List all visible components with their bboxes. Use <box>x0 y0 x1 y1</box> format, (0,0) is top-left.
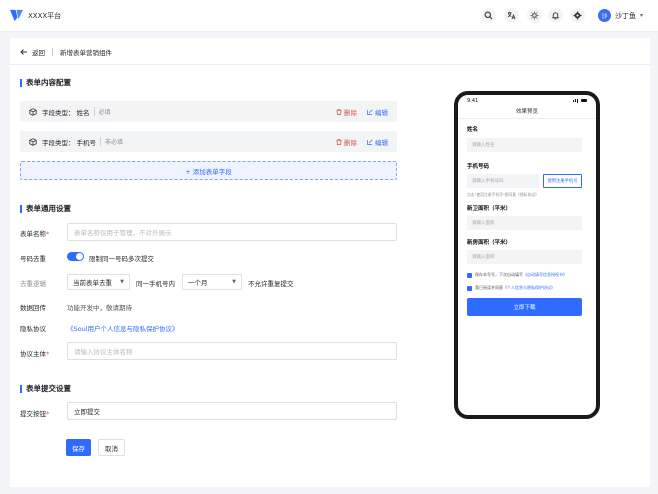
edit-button[interactable]: 编辑 <box>367 137 388 147</box>
data-return-label: 数据回传 <box>20 304 46 312</box>
no-repeat-text: 不允许重复提交 <box>248 280 294 288</box>
check-text: 我已阅读并同意 <box>475 285 503 290</box>
field-row-phone: 字段类型： 手机号 非必填 删除 编辑 <box>20 131 397 152</box>
delete-button[interactable]: 删除 <box>336 107 357 117</box>
entity-label: 协议主体* <box>20 350 50 358</box>
cancel-button[interactable]: 取消 <box>98 439 125 456</box>
check-text: 保存本号号，下次自动填写 <box>475 272 523 277</box>
app-title: XXXX平台 <box>28 12 62 20</box>
field-type-value: 手机号 <box>76 138 97 147</box>
arrow-left-icon <box>20 49 27 55</box>
form-name-label: 表单名称* <box>20 230 50 238</box>
privacy-link[interactable]: 《Soul用户个人信息与隐私保护协议》 <box>67 323 179 333</box>
period-select[interactable]: 一个月 ▼ <box>182 274 242 290</box>
save-button[interactable]: 保存 <box>66 439 91 456</box>
chevron-down-icon: ▼ <box>120 279 124 285</box>
preview-phone-label: 手机号码 <box>467 164 490 170</box>
field-required: 必填 <box>93 107 111 116</box>
field-required: 非必填 <box>100 137 123 146</box>
edit-label: 编辑 <box>375 108 388 117</box>
preview-check-privacy[interactable]: 我已阅读并同意 《个人信息与隐私保护协议》 <box>467 285 555 291</box>
page-title: 新增表单营销组件 <box>60 49 112 57</box>
privacy-label: 隐私协议 <box>20 325 46 333</box>
delete-button[interactable]: 删除 <box>336 137 357 147</box>
checkbox-icon <box>467 272 472 278</box>
add-field-button[interactable]: + 添加表单字段 <box>20 161 397 180</box>
dedup-scope-select[interactable]: 当前表单去重 ▼ <box>67 274 130 290</box>
back-label: 返回 <box>32 49 45 57</box>
preview-phone-input[interactable]: 请输入手机号码 <box>467 174 539 188</box>
signal-battery-icon <box>573 98 587 103</box>
dedup-logic-label: 去重逻辑 <box>20 280 46 288</box>
status-time: 9:41 <box>467 97 479 104</box>
divider <box>10 64 650 65</box>
check-link[interactable]: 《个人信息与隐私保护协议》 <box>503 285 555 291</box>
use-registered-phone-button[interactable]: 使用注册手机号 <box>543 174 582 188</box>
user-name: 沙丁鱼 <box>615 11 636 20</box>
form-name-input[interactable]: 表单名称仅用于管理，不对外展示 <box>67 223 397 241</box>
submit-button-label: 提交按钮* <box>20 410 50 418</box>
status-bar: 9:41 <box>458 95 596 106</box>
submit-button-input[interactable]: 立即提交 <box>67 402 397 420</box>
translate-icon[interactable] <box>504 8 519 23</box>
cube-icon <box>29 137 37 146</box>
preview-newcount-input[interactable]: 请输入面积 <box>467 216 582 230</box>
section-title-general: 表单通用设置 <box>20 203 71 214</box>
delete-label: 删除 <box>344 138 357 147</box>
edit-label: 编辑 <box>375 138 388 147</box>
preview-name-label: 姓名 <box>467 127 479 133</box>
checkbox-icon <box>467 285 472 291</box>
preview-newarea-input[interactable]: 请输入面积 <box>467 250 582 264</box>
dedup-toggle[interactable] <box>67 252 84 261</box>
user-menu[interactable]: 沙 沙丁鱼 ▾ <box>598 8 643 23</box>
preview-phone-hint: 点击"使用注册手机号"即同意《隐私协议》 <box>467 192 539 197</box>
period-value: 一个月 <box>188 279 208 287</box>
data-return-text: 功能开发中，敬请期待 <box>67 304 132 312</box>
main-card: 返回 新增表单营销组件 表单内容配置 字段类型： 姓名 必填 删除 编辑 字段类… <box>10 38 650 487</box>
logo-icon <box>10 9 23 22</box>
entity-input[interactable]: 请输入协议主体名称 <box>67 342 397 360</box>
theme-icon[interactable] <box>527 8 542 23</box>
field-type-label: 字段类型： <box>42 138 75 147</box>
section-title-content: 表单内容配置 <box>20 77 71 88</box>
breadcrumb: 返回 新增表单营销组件 <box>20 46 112 58</box>
chevron-down-icon: ▼ <box>232 279 236 285</box>
trash-icon <box>336 138 342 145</box>
preview-newarea-label: 新房面积（平米） <box>467 240 512 246</box>
preview-submit-button[interactable]: 立即下载 <box>467 298 582 316</box>
field-row-name: 字段类型： 姓名 必填 删除 编辑 <box>20 101 397 122</box>
field-type-label: 字段类型： <box>42 108 75 117</box>
preview-name-input[interactable]: 请输入姓名 <box>467 138 582 152</box>
edit-icon <box>367 138 373 145</box>
phone-preview: 9:41 效果预览 姓名 请输入姓名 手机号码 请输入手机号码 使用注册手机号 … <box>454 91 600 419</box>
field-type-value: 姓名 <box>76 108 90 117</box>
edit-icon <box>367 108 373 115</box>
avatar: 沙 <box>598 9 611 22</box>
dedup-label: 号码去重 <box>20 255 46 263</box>
search-icon[interactable] <box>481 8 496 23</box>
cube-icon <box>29 107 37 116</box>
bell-icon[interactable] <box>548 8 563 23</box>
back-button[interactable]: 返回 <box>20 47 45 57</box>
same-phone-text: 同一手机号内 <box>136 280 175 288</box>
section-title-submit: 表单提交设置 <box>20 383 71 394</box>
delete-label: 删除 <box>344 108 357 117</box>
chevron-down-icon: ▾ <box>640 12 644 19</box>
check-link[interactable]: 《自动填写信息授权书》 <box>523 272 567 278</box>
trash-icon <box>336 108 342 115</box>
breadcrumb-divider <box>52 48 53 56</box>
divider <box>458 118 596 119</box>
top-bar: XXXX平台 沙 沙丁鱼 ▾ <box>0 0 658 32</box>
preview-title: 效果预览 <box>515 109 538 115</box>
edit-button[interactable]: 编辑 <box>367 107 388 117</box>
preview-newcount-label: 新卫面积（平米） <box>467 206 512 212</box>
preview-check-autofill[interactable]: 保存本号号，下次自动填写 《自动填写信息授权书》 <box>467 272 567 278</box>
dedup-text: 限制同一号码多次提交 <box>89 255 154 263</box>
dedup-scope-value: 当前表单去重 <box>73 279 112 287</box>
gear-icon[interactable] <box>570 8 585 23</box>
